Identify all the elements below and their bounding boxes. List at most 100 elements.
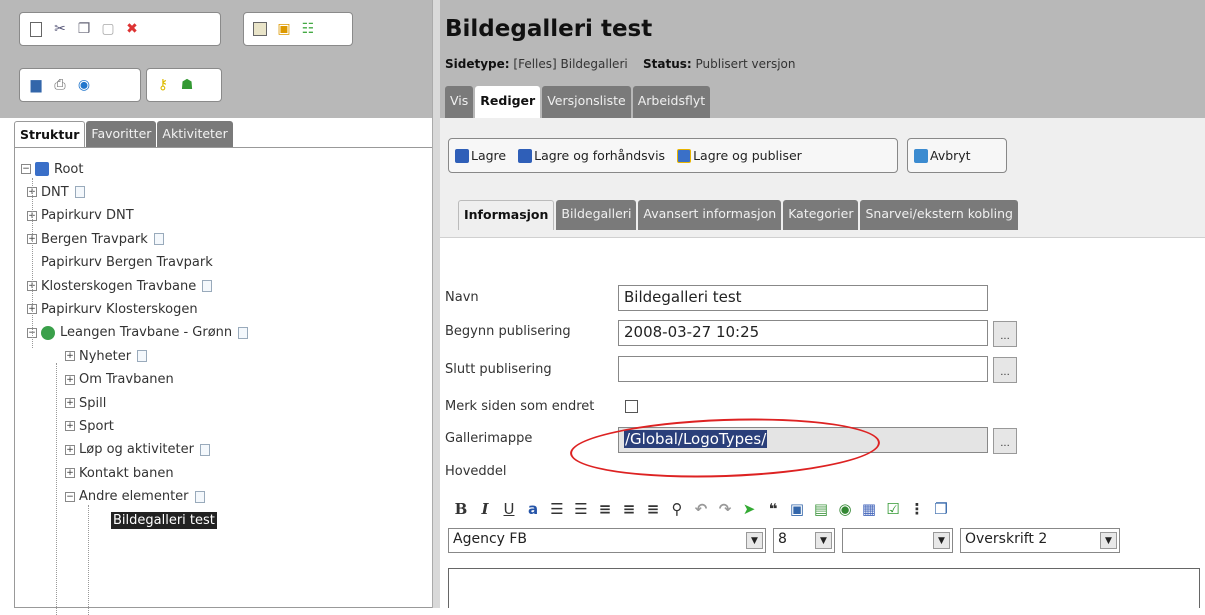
page-icon [137, 350, 148, 363]
redo-icon[interactable]: ↷ [716, 500, 734, 518]
gallery-browse-button[interactable]: ... [993, 428, 1017, 454]
font-family-select[interactable]: Agency FB ▼ [448, 528, 766, 553]
tree-icon[interactable]: ☷ [298, 19, 318, 39]
view-toolbar: ▣ ☷ [243, 12, 353, 46]
insert-link-icon[interactable]: ➤ [740, 500, 758, 518]
rich-text-editor[interactable] [448, 568, 1200, 608]
tab-avansert[interactable]: Avansert informasjon [638, 200, 782, 230]
cancel-button[interactable]: Avbryt [914, 148, 971, 163]
tree-node-label: Bildegalleri test [111, 511, 217, 529]
tree-node[interactable]: Papirkurv Bergen Travpark [27, 254, 213, 272]
chevron-down-icon: ▼ [933, 532, 950, 549]
expand-icon[interactable]: + [65, 374, 75, 385]
format-icon[interactable]: ⋮ [908, 500, 926, 518]
expand-icon[interactable]: + [65, 351, 75, 362]
save-preview-button[interactable]: Lagre og forhåndsvis [518, 148, 665, 163]
collapse-icon[interactable]: − [21, 164, 31, 174]
new-page-icon[interactable] [26, 19, 46, 39]
tree-node[interactable]: + Bergen Travpark [27, 230, 164, 248]
insert-document-icon[interactable]: ▤ [812, 500, 830, 518]
tab-aktiviteter[interactable]: Aktiviteter [157, 121, 233, 148]
stop-publish-field[interactable] [618, 356, 988, 382]
archive-icon[interactable]: ▣ [274, 19, 294, 39]
tab-vis[interactable]: Vis [445, 86, 474, 118]
tree-node[interactable]: − Leangen Travbane - Grønn [27, 324, 249, 342]
expand-icon[interactable]: + [65, 468, 75, 479]
tree-node[interactable]: + Papirkurv DNT [27, 207, 134, 225]
pane-splitter[interactable] [432, 0, 440, 608]
underline-icon[interactable]: U [500, 500, 518, 518]
expand-icon[interactable]: + [65, 398, 75, 408]
tab-snarvei[interactable]: Snarvei/ekstern kobling [860, 200, 1018, 230]
font-color-select[interactable]: ▼ [842, 528, 953, 553]
align-left-icon[interactable]: ≡ [596, 500, 614, 518]
align-right-icon[interactable]: ≡ [644, 500, 662, 518]
undo-icon[interactable]: ↶ [692, 500, 710, 518]
help-icon[interactable]: ◉ [74, 75, 94, 95]
tree-node[interactable]: + Sport [65, 417, 114, 435]
insert-image-icon[interactable]: ▣ [788, 500, 806, 518]
copy-icon[interactable]: ❐ [74, 19, 94, 39]
ordered-list-icon[interactable]: ☰ [548, 500, 566, 518]
tab-favoritter[interactable]: Favoritter [86, 121, 157, 148]
tree-connector [56, 363, 57, 615]
key-icon[interactable]: ⚷ [153, 75, 173, 95]
tab-struktur[interactable]: Struktur [14, 121, 86, 148]
spellcheck-icon[interactable]: ☑ [884, 500, 902, 518]
start-publish-field[interactable]: 2008-03-27 10:25 [618, 320, 988, 346]
preview-icon[interactable]: ⎙ [50, 75, 70, 95]
floppy-icon [455, 148, 469, 163]
tree-node-label: Kontakt banen [79, 465, 174, 481]
users-icon[interactable]: ☗ [177, 75, 197, 95]
tab-versjonsliste[interactable]: Versjonsliste [542, 86, 631, 118]
insert-object-icon[interactable]: ◉ [836, 500, 854, 518]
tree-node[interactable]: + Løp og aktiviteter [65, 441, 210, 459]
tree-node[interactable]: + DNT [27, 183, 85, 201]
panel-icon[interactable] [250, 19, 270, 39]
font-size-select[interactable]: 8 ▼ [773, 528, 835, 553]
find-icon[interactable]: ⚲ [668, 500, 686, 518]
align-center-icon[interactable]: ≡ [620, 500, 638, 518]
tree-node[interactable]: + Nyheter [65, 347, 148, 365]
page-meta: Sidetype: [Felles] Bildegalleri Status: … [445, 57, 795, 71]
delete-icon[interactable]: ✖ [122, 19, 142, 39]
tree-node[interactable]: − Andre elementer [65, 488, 205, 506]
expand-icon[interactable]: + [65, 421, 75, 432]
fullscreen-icon[interactable]: ❐ [932, 500, 950, 518]
tree-node-label: Klosterskogen Travbane [41, 278, 197, 294]
tree-node[interactable]: − Root [21, 160, 83, 178]
collapse-icon[interactable]: − [65, 491, 75, 502]
tree-node[interactable]: Bildegalleri test [97, 511, 217, 529]
paragraph-style-select[interactable]: Overskrift 2 ▼ [960, 528, 1120, 553]
expand-icon[interactable]: + [65, 444, 75, 455]
tab-bildegalleri[interactable]: Bildegalleri [556, 200, 637, 230]
tree-node[interactable]: + Klosterskogen Travbane [27, 277, 213, 295]
bold-icon[interactable]: B [452, 500, 470, 518]
tree-node[interactable]: + Kontakt banen [65, 464, 174, 482]
cut-icon[interactable]: ✂ [50, 19, 70, 39]
tab-arbeidsflyt[interactable]: Arbeidsflyt [632, 86, 711, 118]
start-date-picker-button[interactable]: ... [993, 321, 1017, 347]
insert-table-icon[interactable]: ▦ [860, 500, 878, 518]
tab-kategorier[interactable]: Kategorier [783, 200, 859, 230]
tree-node[interactable]: + Om Travbanen [65, 371, 174, 389]
font-style-icon[interactable]: a [524, 500, 542, 518]
changed-label: Merk siden som endret [445, 399, 595, 414]
save-button[interactable]: Lagre [455, 148, 506, 163]
quote-icon[interactable]: ❝ [764, 500, 782, 518]
changed-checkbox[interactable] [625, 400, 638, 413]
save-publish-button[interactable]: Lagre og publiser [677, 148, 802, 163]
tree-node[interactable]: + Papirkurv Klosterskogen [27, 300, 198, 318]
tab-rediger[interactable]: Rediger [475, 86, 541, 118]
tab-informasjon[interactable]: Informasjon [458, 200, 555, 230]
page-header: Bildegalleri test Sidetype: [Felles] Bil… [440, 0, 1205, 118]
extra-toolbar: ⚷ ☗ [146, 68, 222, 102]
paste-icon[interactable]: ▢ [98, 19, 118, 39]
sidetype-label: Sidetype: [445, 57, 510, 71]
italic-icon[interactable]: I [476, 500, 494, 518]
unordered-list-icon[interactable]: ☰ [572, 500, 590, 518]
navn-field[interactable]: Bildegalleri test [618, 285, 988, 311]
monitor-icon[interactable]: ▆ [26, 75, 46, 95]
tree-node[interactable]: + Spill [65, 394, 106, 412]
stop-date-picker-button[interactable]: ... [993, 357, 1017, 383]
